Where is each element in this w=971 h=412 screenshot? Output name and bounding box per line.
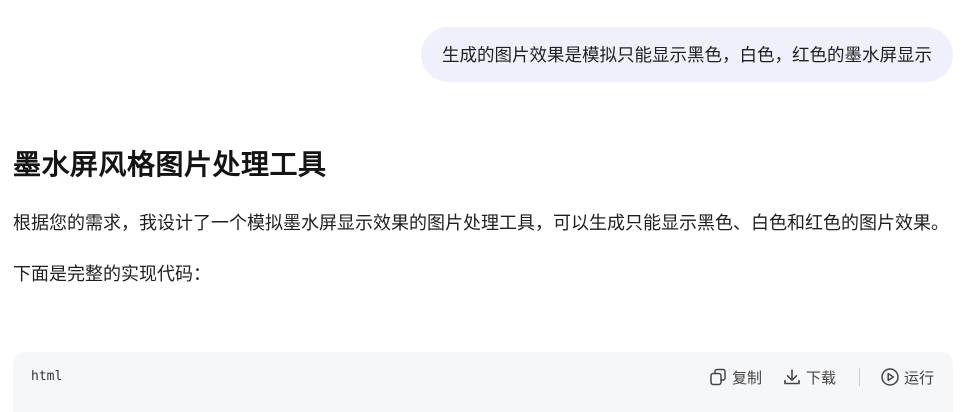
code-actions: 复制 下载 运行 <box>708 364 934 390</box>
copy-button[interactable]: 复制 <box>708 367 762 388</box>
code-language-label: html <box>31 369 63 384</box>
user-message-bubble: 生成的图片效果是模拟只能显示黑色，白色，红色的墨水屏显示 <box>421 27 953 82</box>
play-circle-icon <box>881 368 899 386</box>
download-button[interactable]: 下载 <box>782 367 836 388</box>
assistant-answer: 墨水屏风格图片处理工具 根据您的需求，我设计了一个模拟墨水屏显示效果的图片处理工… <box>13 143 958 292</box>
chat-page: 生成的图片效果是模拟只能显示黑色，白色，红色的墨水屏显示 墨水屏风格图片处理工具… <box>0 0 971 412</box>
actions-divider <box>858 368 860 386</box>
run-label: 运行 <box>903 368 934 387</box>
download-icon <box>784 369 800 385</box>
answer-title: 墨水屏风格图片处理工具 <box>13 148 327 181</box>
download-label: 下载 <box>805 368 836 387</box>
run-button[interactable]: 运行 <box>880 367 934 388</box>
answer-lead: 下面是完整的实现代码： <box>13 264 211 285</box>
user-message-text: 生成的图片效果是模拟只能显示黑色，白色，红色的墨水屏显示 <box>442 46 932 66</box>
copy-icon <box>710 368 726 386</box>
answer-intro: 根据您的需求，我设计了一个模拟墨水屏显示效果的图片处理工具，可以生成只能显示黑色… <box>13 213 949 234</box>
copy-label: 复制 <box>731 368 762 387</box>
code-block: html 复制 下载 运行 <box>13 352 953 412</box>
